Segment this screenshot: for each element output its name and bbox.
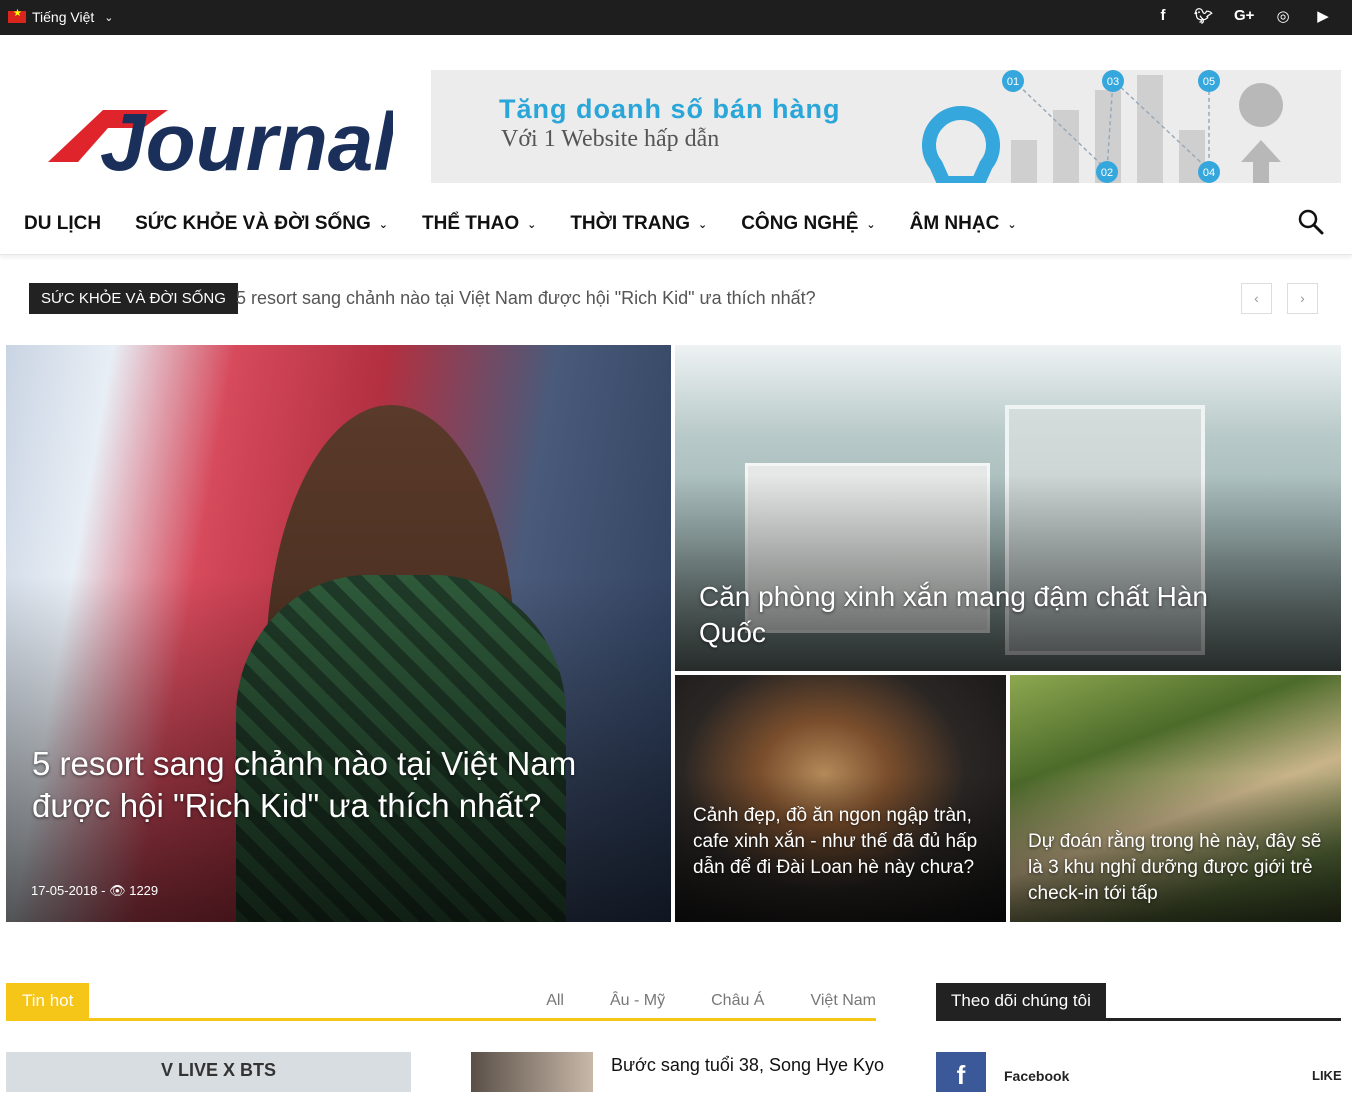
tin-hot-header: Tin hot All Âu - Mỹ Châu Á Việt Nam — [6, 983, 876, 1021]
nav-item-the-thao[interactable]: THỂ THAO ⌄ — [422, 213, 536, 235]
step-label: 01 — [1007, 76, 1019, 88]
article-title[interactable]: Bước sang tuổi 38, Song Hye Kyo — [611, 1055, 884, 1076]
featured-room-title[interactable]: Căn phòng xinh xắn mang đậm chất Hàn Quố… — [699, 579, 1219, 651]
language-label: Tiếng Việt — [32, 9, 95, 25]
step-label: 02 — [1101, 167, 1113, 179]
eye-icon: 👁︎ — [109, 883, 126, 898]
chevron-down-icon: ⌄ — [866, 218, 876, 231]
social-links: f 🐦︎ G+ ◎ ▶ — [1154, 7, 1332, 25]
chevron-down-icon: ⌄ — [104, 11, 114, 24]
instagram-icon[interactable]: ◎ — [1274, 7, 1292, 25]
language-selector[interactable]: Tiếng Việt ⌄ — [8, 8, 114, 25]
featured-food-title[interactable]: Cảnh đẹp, đồ ăn ngon ngập tràn, cafe xin… — [693, 803, 993, 881]
article-thumbnail[interactable]: V LIVE X BTS — [6, 1052, 411, 1092]
follow-label: Theo dõi chúng tôi — [936, 983, 1106, 1018]
article-meta: 17-05-2018 - 👁︎ 1229 — [31, 883, 159, 898]
facebook-label: Facebook — [1004, 1068, 1070, 1084]
featured-main-title[interactable]: 5 resort sang chảnh nào tại Việt Nam đượ… — [32, 743, 592, 827]
facebook-like-button[interactable]: LIKE — [1312, 1068, 1342, 1083]
top-bar: Tiếng Việt ⌄ f 🐦︎ G+ ◎ ▶ — [0, 0, 1352, 35]
facebook-icon[interactable]: f — [936, 1052, 986, 1092]
nav-item-label: CÔNG NGHỆ — [741, 213, 859, 234]
nav-item-label: THỜI TRANG — [570, 213, 690, 234]
youtube-icon[interactable]: ▶ — [1314, 7, 1332, 25]
trending-headline[interactable]: 5 resort sang chảnh nào tại Việt Nam đượ… — [236, 288, 816, 309]
banner-chart-graphic: 01 02 03 04 05 — [922, 70, 1283, 183]
chevron-down-icon: ⌄ — [1007, 218, 1017, 231]
trending-category-label[interactable]: SỨC KHỎE VÀ ĐỜI SỐNG — [29, 283, 238, 314]
twitter-icon[interactable]: 🐦︎ — [1194, 7, 1213, 25]
featured-article-house[interactable]: Dự đoán rằng trong hè này, đây sẽ là 3 k… — [1010, 675, 1341, 922]
nav-item-thoi-trang[interactable]: THỜI TRANG ⌄ — [570, 213, 707, 235]
nav-item-label: THỂ THAO — [422, 213, 520, 234]
nav-item-suc-khoe[interactable]: SỨC KHỎE VÀ ĐỜI SỐNG ⌄ — [135, 213, 388, 235]
tab-au-my[interactable]: Âu - Mỹ — [610, 992, 665, 1010]
thumbnail-text: V LIVE X BTS — [161, 1060, 277, 1080]
lightbulb-icon — [922, 106, 1000, 183]
search-icon[interactable] — [1298, 209, 1324, 235]
nav-item-label: ÂM NHẠC — [909, 213, 1000, 234]
vietnam-flag-icon — [8, 8, 26, 23]
header-banner[interactable]: Tăng doanh số bán hàng Với 1 Website hấp… — [431, 70, 1341, 183]
featured-main-article[interactable]: 5 resort sang chảnh nào tại Việt Nam đượ… — [6, 345, 671, 922]
nav-item-cong-nghe[interactable]: CÔNG NGHỆ ⌄ — [741, 213, 875, 235]
google-plus-icon[interactable]: G+ — [1234, 7, 1254, 25]
follow-header: Theo dõi chúng tôi — [936, 983, 1341, 1021]
article-thumbnail-small[interactable] — [471, 1052, 593, 1092]
chevron-down-icon: ⌄ — [697, 218, 708, 231]
step-label: 05 — [1203, 76, 1215, 88]
facebook-icon[interactable]: f — [1154, 7, 1172, 25]
nav-item-du-lich[interactable]: DU LỊCH — [24, 213, 101, 235]
trending-next-button[interactable]: › — [1287, 283, 1318, 314]
nav-item-label: DU LỊCH — [24, 213, 102, 234]
main-nav: DU LỊCH SỨC KHỎE VÀ ĐỜI SỐNG ⌄ THỂ THAO ⌄ … — [0, 195, 1352, 255]
featured-article-room[interactable]: Căn phòng xinh xắn mang đậm chất Hàn Quố… — [675, 345, 1341, 671]
tin-hot-label: Tin hot — [6, 983, 90, 1018]
article-views: 1229 — [129, 883, 159, 898]
trending-prev-button[interactable]: ‹ — [1241, 283, 1272, 314]
nav-item-label: SỨC KHỎE VÀ ĐỜI SỐNG — [135, 213, 371, 234]
nav-item-am-nhac[interactable]: ÂM NHẠC ⌄ — [910, 213, 1017, 235]
chevron-down-icon: ⌄ — [378, 218, 388, 231]
step-label: 03 — [1107, 76, 1119, 88]
logo-text: Journal — [100, 97, 393, 180]
featured-article-food[interactable]: Cảnh đẹp, đồ ăn ngon ngập tràn, cafe xin… — [675, 675, 1006, 922]
tab-viet-nam[interactable]: Việt Nam — [810, 992, 876, 1010]
tab-all[interactable]: All — [546, 992, 564, 1010]
tin-hot-tabs: All Âu - Mỹ Châu Á Việt Nam — [500, 992, 876, 1010]
chevron-down-icon: ⌄ — [527, 218, 537, 231]
featured-house-title[interactable]: Dự đoán rằng trong hè này, đây sẽ là 3 k… — [1028, 829, 1338, 907]
article-date: 17-05-2018 — [31, 883, 98, 898]
tab-chau-a[interactable]: Châu Á — [711, 992, 764, 1010]
site-logo[interactable]: Journal — [48, 80, 393, 180]
step-label: 04 — [1203, 167, 1215, 179]
